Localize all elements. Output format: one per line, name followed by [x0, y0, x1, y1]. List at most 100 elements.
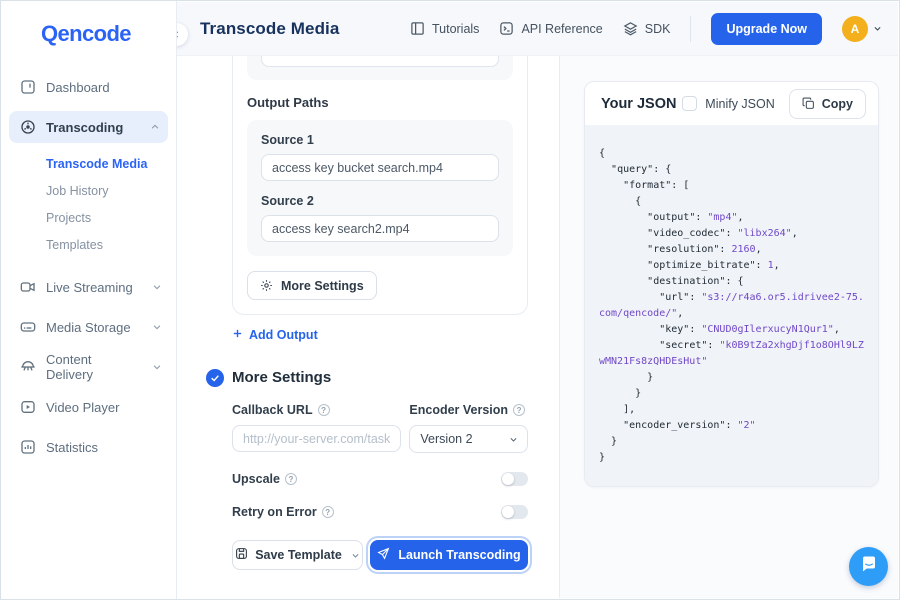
app-window: Qencode Dashboard Transcoding Transcode …	[0, 0, 900, 600]
source-2-group: Source 2	[261, 194, 499, 242]
transcoding-form: Output Paths Source 1 Source 2 M	[177, 56, 560, 598]
sdk-link[interactable]: SDK	[623, 21, 671, 36]
top-bar: Transcode Media Tutorials API Reference …	[177, 2, 898, 56]
sidebar-item-live-streaming[interactable]: Live Streaming	[1, 271, 176, 303]
chevron-down-icon	[509, 435, 518, 444]
book-icon	[410, 21, 425, 36]
source-2-label: Source 2	[261, 194, 499, 208]
content-delivery-icon	[19, 359, 36, 376]
json-panel: Your JSON Minify JSON Copy { "query": { …	[560, 56, 898, 598]
copy-icon	[802, 97, 815, 110]
account-menu[interactable]: A	[842, 16, 882, 42]
sidebar-item-label: Media Storage	[46, 320, 131, 335]
avatar: A	[842, 16, 868, 42]
chevron-down-icon	[351, 551, 360, 560]
layers-icon	[623, 21, 638, 36]
tutorials-link[interactable]: Tutorials	[410, 21, 479, 36]
form-actions: Save Template Launch Transcoding	[232, 540, 528, 570]
sidebar: Qencode Dashboard Transcoding Transcode …	[1, 1, 177, 599]
minify-json-checkbox[interactable]	[682, 96, 697, 111]
copy-button-label: Copy	[822, 97, 853, 111]
copy-json-button[interactable]: Copy	[789, 89, 866, 119]
callback-url-input[interactable]	[232, 425, 401, 452]
more-settings-heading-label: More Settings	[232, 369, 331, 386]
json-card: Your JSON Minify JSON Copy { "query": { …	[584, 81, 879, 487]
help-icon[interactable]: ?	[285, 473, 297, 485]
content-area: Output Paths Source 1 Source 2 M	[177, 56, 898, 598]
chevron-down-icon	[873, 24, 882, 33]
minify-json-control[interactable]: Minify JSON	[682, 96, 774, 111]
chevron-down-icon	[152, 362, 162, 372]
json-title: Your JSON	[601, 96, 676, 112]
media-storage-icon	[19, 319, 36, 336]
help-icon[interactable]: ?	[322, 506, 334, 518]
check-circle-icon[interactable]	[206, 369, 224, 387]
retry-on-error-toggle[interactable]	[501, 505, 528, 519]
dashboard-icon	[19, 79, 36, 96]
sidebar-item-video-player[interactable]: Video Player	[1, 391, 176, 423]
tutorials-label: Tutorials	[432, 22, 479, 36]
settings-fields-row: Callback URL ? Encoder Version ? Version…	[232, 403, 528, 453]
sidebar-item-transcode-media[interactable]: Transcode Media	[1, 151, 176, 178]
sdk-label: SDK	[645, 22, 671, 36]
upscale-toggle[interactable]	[501, 472, 528, 486]
sidebar-item-label: Statistics	[46, 440, 98, 455]
output-paths-label: Output Paths	[247, 95, 513, 110]
add-output-link[interactable]: Add Output	[232, 328, 318, 342]
toggle-knob	[502, 506, 514, 518]
upscale-label: Upscale	[232, 472, 280, 486]
more-settings-heading: More Settings	[232, 369, 528, 386]
plus-icon	[232, 328, 243, 342]
source-1-input[interactable]	[261, 154, 499, 181]
sidebar-item-templates[interactable]: Templates	[1, 232, 176, 259]
toggle-knob	[502, 473, 514, 485]
sidebar-item-projects[interactable]: Projects	[1, 205, 176, 232]
terminal-icon	[499, 21, 514, 36]
send-rocket-icon	[377, 547, 390, 563]
minify-json-label: Minify JSON	[705, 97, 774, 111]
encoder-version-label-row: Encoder Version ?	[409, 403, 528, 417]
sidebar-item-job-history[interactable]: Job History	[1, 178, 176, 205]
chat-widget-button[interactable]	[849, 547, 888, 586]
encoder-version-select[interactable]: Version 2	[409, 425, 528, 453]
sidebar-item-dashboard[interactable]: Dashboard	[1, 71, 176, 103]
help-icon[interactable]: ?	[513, 404, 525, 416]
transcoding-icon	[19, 119, 36, 136]
json-code-block[interactable]: { "query": { "format": [ { "output": "mp…	[585, 125, 878, 486]
sidebar-item-statistics[interactable]: Statistics	[1, 431, 176, 463]
live-streaming-icon	[19, 279, 36, 296]
sidebar-item-media-storage[interactable]: Media Storage	[1, 311, 176, 343]
source-2-input[interactable]	[261, 215, 499, 242]
sidebar-item-content-delivery[interactable]: Content Delivery	[1, 351, 176, 383]
output-card: Output Paths Source 1 Source 2 M	[232, 56, 528, 315]
output-more-settings-button[interactable]: More Settings	[247, 271, 377, 300]
sources-card: Source 1 Source 2	[247, 120, 513, 256]
encoder-version-label: Encoder Version	[409, 403, 508, 417]
cropped-input[interactable]	[261, 56, 499, 67]
chevron-down-icon	[152, 282, 162, 292]
callback-url-label: Callback URL	[232, 403, 313, 417]
save-template-button[interactable]: Save Template	[232, 540, 363, 570]
sidebar-nav: Dashboard Transcoding Transcode Media Jo…	[1, 71, 176, 463]
source-1-group: Source 1	[261, 133, 499, 181]
callback-url-label-row: Callback URL ?	[232, 403, 401, 417]
api-reference-label: API Reference	[521, 22, 602, 36]
launch-transcoding-label: Launch Transcoding	[398, 548, 520, 562]
launch-transcoding-button[interactable]: Launch Transcoding	[370, 540, 528, 570]
divider	[690, 16, 691, 42]
sidebar-item-label: Content Delivery	[46, 352, 142, 382]
retry-on-error-row: Retry on Error ?	[232, 505, 528, 519]
qencode-logo[interactable]: Qencode	[1, 1, 176, 47]
upscale-label-row: Upscale ?	[232, 472, 297, 486]
sidebar-item-label: Transcoding	[46, 120, 123, 135]
upgrade-now-button[interactable]: Upgrade Now	[711, 13, 822, 45]
encoder-version-value: Version 2	[420, 432, 472, 446]
source-1-label: Source 1	[261, 133, 499, 147]
upscale-row: Upscale ?	[232, 472, 528, 486]
sidebar-item-label: Dashboard	[46, 80, 110, 95]
api-reference-link[interactable]: API Reference	[499, 21, 602, 36]
transcoding-submenu: Transcode Media Job History Projects Tem…	[1, 143, 176, 263]
help-icon[interactable]: ?	[318, 404, 330, 416]
chevron-down-icon	[152, 322, 162, 332]
sidebar-item-transcoding[interactable]: Transcoding	[9, 111, 168, 143]
